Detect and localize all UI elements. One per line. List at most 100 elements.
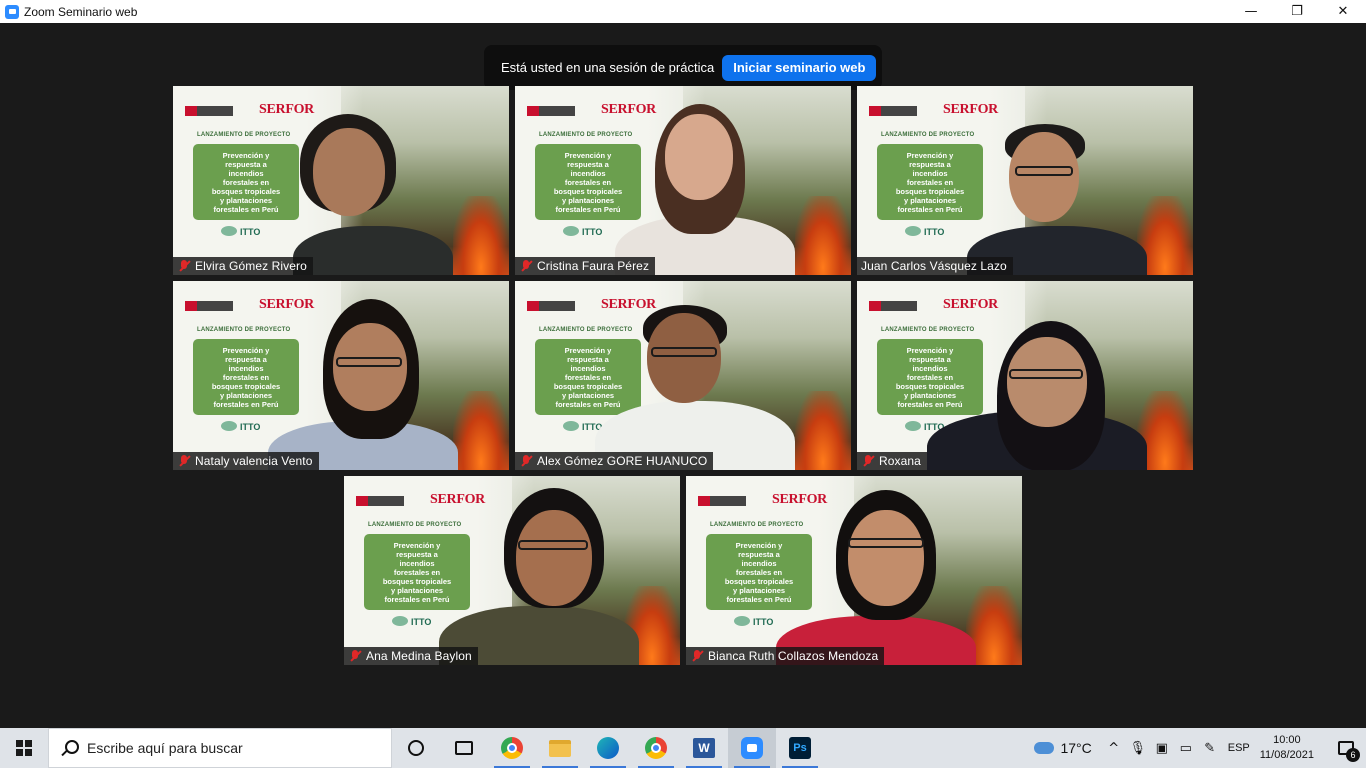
video-tile[interactable]: SERFOR LANZAMIENTO DE PROYECTO Prevenció… — [173, 86, 509, 275]
serfor-logo: SERFOR — [259, 102, 314, 117]
video-tile[interactable]: SERFOR LANZAMIENTO DE PROYECTO Prevenció… — [515, 86, 851, 275]
maximize-button[interactable]: ❐ — [1274, 0, 1320, 23]
temperature: 17°C — [1060, 740, 1092, 756]
itto-logo: ITTO — [563, 421, 602, 432]
participant-name: Juan Carlos Vásquez Lazo — [861, 259, 1007, 273]
zoom-icon — [741, 737, 763, 759]
photoshop-taskbar-button[interactable]: Ps — [776, 728, 824, 768]
mic-muted-icon — [177, 259, 191, 273]
itto-logo: ITTO — [734, 616, 773, 627]
start-webinar-button[interactable]: Iniciar seminario web — [722, 54, 877, 81]
video-tile[interactable]: SERFOR LANZAMIENTO DE PROYECTO Prevenció… — [515, 281, 851, 470]
itto-logo: ITTO — [221, 421, 260, 432]
input-language[interactable]: ESP — [1228, 742, 1250, 754]
zoom-taskbar-button[interactable] — [728, 728, 776, 768]
search-input[interactable] — [87, 740, 367, 756]
project-label: LANZAMIENTO DE PROYECTO — [881, 132, 975, 138]
mic-muted-icon — [690, 649, 704, 663]
peru-ministry-logo — [356, 496, 404, 506]
clock[interactable]: 10:00 11/08/2021 — [1260, 733, 1314, 763]
itto-logo: ITTO — [221, 226, 260, 237]
file-explorer-taskbar-button[interactable] — [536, 728, 584, 768]
project-label: LANZAMIENTO DE PROYECTO — [881, 327, 975, 333]
project-title-card: Prevención y respuesta a incendios fores… — [193, 339, 299, 415]
participant-nameplate: Bianca Ruth Collazos Mendoza — [686, 647, 885, 665]
clock-time: 10:00 — [1273, 734, 1301, 746]
mic-muted-icon — [861, 454, 875, 468]
participant-name: Cristina Faura Pérez — [537, 259, 650, 273]
participant-name: Nataly valencia Vento — [195, 454, 313, 468]
start-button[interactable] — [0, 728, 48, 768]
project-title-card: Prevención y respuesta a incendios fores… — [535, 144, 641, 220]
video-tile[interactable]: SERFOR LANZAMIENTO DE PROYECTO Prevenció… — [857, 86, 1193, 275]
display-icon[interactable]: ▣ — [1150, 728, 1174, 768]
participant-nameplate: Juan Carlos Vásquez Lazo — [857, 257, 1013, 275]
peru-ministry-logo — [869, 301, 917, 311]
task-view-button[interactable] — [440, 728, 488, 768]
project-label: LANZAMIENTO DE PROYECTO — [710, 522, 804, 528]
pen-icon[interactable]: ✎ — [1198, 728, 1222, 768]
participant-nameplate: Cristina Faura Pérez — [515, 257, 656, 275]
project-label: LANZAMIENTO DE PROYECTO — [539, 327, 633, 333]
peru-ministry-logo — [185, 301, 233, 311]
peru-ministry-logo — [698, 496, 746, 506]
peru-ministry-logo — [185, 106, 233, 116]
peru-ministry-logo — [527, 301, 575, 311]
video-tile[interactable]: SERFOR LANZAMIENTO DE PROYECTO Prevenció… — [344, 476, 680, 665]
video-tile[interactable]: SERFOR LANZAMIENTO DE PROYECTO Prevenció… — [857, 281, 1193, 470]
edge-taskbar-button[interactable] — [584, 728, 632, 768]
project-label: LANZAMIENTO DE PROYECTO — [539, 132, 633, 138]
search-icon — [61, 740, 79, 756]
task-view-icon — [455, 741, 473, 755]
video-tile[interactable]: SERFOR LANZAMIENTO DE PROYECTO Prevenció… — [173, 281, 509, 470]
peru-ministry-logo — [527, 106, 575, 116]
weather-widget[interactable]: 17°C — [1034, 740, 1092, 756]
edge-icon — [597, 737, 619, 759]
photoshop-icon: Ps — [789, 737, 811, 759]
itto-logo: ITTO — [905, 226, 944, 237]
window-controls: — ❐ ✕ — [1228, 0, 1366, 23]
participant-nameplate: Elvira Gómez Rivero — [173, 257, 313, 275]
project-label: LANZAMIENTO DE PROYECTO — [197, 327, 291, 333]
system-tray: 17°C ^ 🎙 ▣ ▭ ✎ ESP 10:00 11/08/2021 6 — [1034, 728, 1366, 768]
peru-ministry-logo — [869, 106, 917, 116]
serfor-logo: SERFOR — [430, 492, 485, 507]
mic-muted-icon — [519, 259, 533, 273]
project-title-card: Prevención y respuesta a incendios fores… — [877, 339, 983, 415]
participant-nameplate: Nataly valencia Vento — [173, 452, 319, 470]
project-label: LANZAMIENTO DE PROYECTO — [368, 522, 462, 528]
itto-logo: ITTO — [392, 616, 431, 627]
practice-session-banner: Está usted en una sesión de práctica Ini… — [484, 45, 882, 90]
chrome-icon — [501, 737, 523, 759]
participant-nameplate: Roxana — [857, 452, 927, 470]
project-title-card: Prevención y respuesta a incendios fores… — [877, 144, 983, 220]
word-taskbar-button[interactable]: W — [680, 728, 728, 768]
show-hidden-icons-button[interactable]: ^ — [1102, 728, 1126, 768]
taskbar-search[interactable] — [48, 728, 392, 768]
chrome-taskbar-button[interactable] — [488, 728, 536, 768]
mic-muted-icon — [177, 454, 191, 468]
video-tile[interactable]: SERFOR LANZAMIENTO DE PROYECTO Prevenció… — [686, 476, 1022, 665]
project-title-card: Prevención y respuesta a incendios fores… — [193, 144, 299, 220]
participant-name: Roxana — [879, 454, 921, 468]
participant-nameplate: Ana Medina Baylon — [344, 647, 478, 665]
notification-center-button[interactable]: 6 — [1326, 728, 1366, 768]
cloud-icon — [1034, 742, 1055, 754]
chrome-profile-taskbar-button[interactable] — [632, 728, 680, 768]
itto-logo: ITTO — [563, 226, 602, 237]
project-title-card: Prevención y respuesta a incendios fores… — [535, 339, 641, 415]
minimize-button[interactable]: — — [1228, 0, 1274, 23]
clock-date: 11/08/2021 — [1259, 749, 1314, 761]
file-explorer-icon — [549, 739, 571, 757]
serfor-logo: SERFOR — [259, 297, 314, 312]
battery-icon[interactable]: ▭ — [1174, 728, 1198, 768]
serfor-logo: SERFOR — [943, 297, 998, 312]
webinar-gallery-view: Está usted en una sesión de práctica Ini… — [0, 23, 1366, 728]
microphone-icon[interactable]: 🎙 — [1126, 728, 1150, 768]
serfor-logo: SERFOR — [601, 102, 656, 117]
participant-name: Bianca Ruth Collazos Mendoza — [708, 649, 879, 663]
project-title-card: Prevención y respuesta a incendios fores… — [706, 534, 812, 610]
cortana-button[interactable] — [392, 728, 440, 768]
close-button[interactable]: ✕ — [1320, 0, 1366, 23]
zoom-app-icon — [5, 4, 19, 19]
